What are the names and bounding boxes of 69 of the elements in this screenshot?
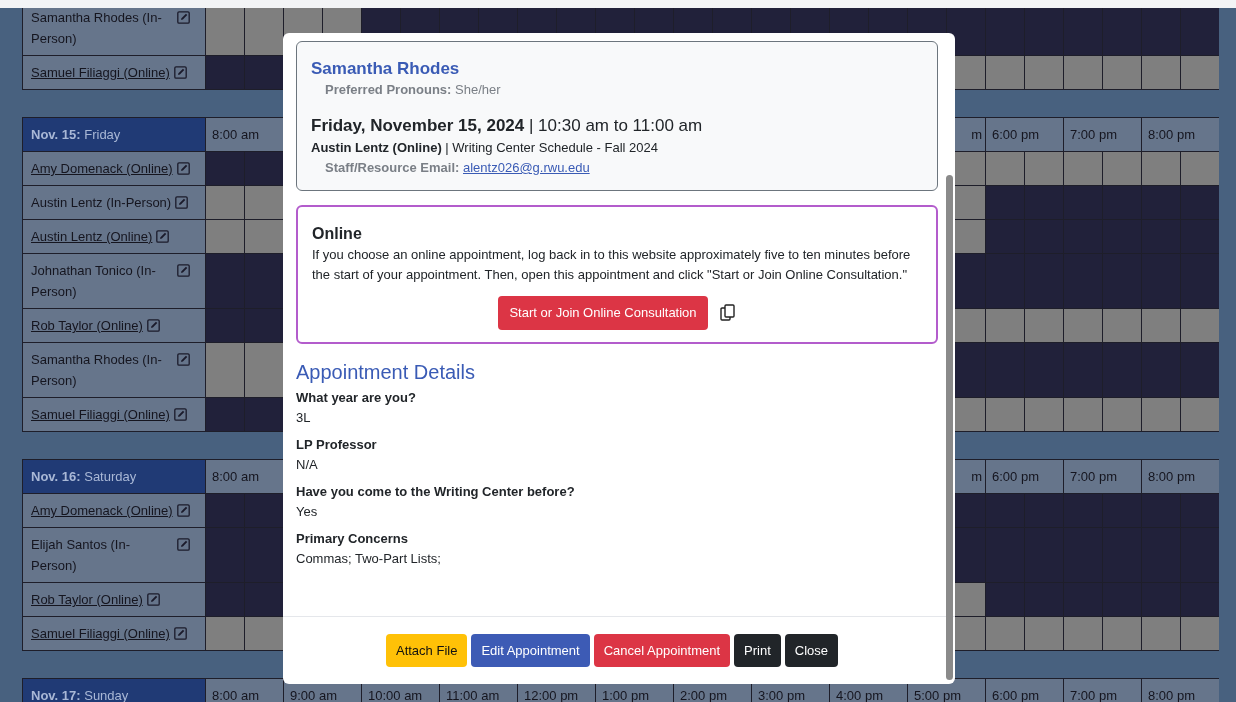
staff-link[interactable]: Austin Lentz (Online) [31, 226, 153, 247]
question-label: What year are you? [296, 388, 417, 407]
question-label: LP Professor [296, 435, 378, 454]
edit-icon[interactable] [176, 504, 190, 517]
hour-header: 7:00 pm [1064, 460, 1142, 494]
question-label: Primary Concerns [296, 529, 409, 548]
edit-icon[interactable] [175, 196, 189, 209]
hour-header: 8:00 am [206, 460, 284, 494]
dialog-button[interactable]: Edit Appointment [471, 633, 590, 668]
dialog-button[interactable]: Print [734, 633, 781, 668]
details-heading: Appointment Details [296, 359, 476, 385]
copy-icon[interactable] [719, 303, 736, 322]
email-link[interactable]: alentz026@g.rwu.edu [463, 160, 590, 175]
hour-header: 8:00 am [206, 679, 284, 702]
edit-icon[interactable] [156, 230, 170, 243]
open-slot[interactable] [245, 220, 284, 254]
staff-name: Samantha Rhodes (In-Person) [31, 9, 163, 48]
hour-header: 8:00 pm [1142, 460, 1219, 494]
staff-info: Austin Lentz (Online) | Writing Center Schedule - Fall 2024 [311, 139, 659, 157]
pronouns-text: Preferred Pronouns: She/her [324, 81, 502, 99]
answer-text: Commas; Two-Part Lists; [296, 549, 442, 568]
edit-icon[interactable] [173, 627, 187, 640]
dialog-button[interactable]: Attach File [385, 633, 468, 668]
staff-link[interactable]: Samuel Filiaggi (Online) [31, 62, 170, 83]
hour-header: 6:00 pm [986, 679, 1064, 702]
hour-header: 7:00 pm [1064, 679, 1142, 702]
staff-link[interactable]: Rob Taylor (Online) [31, 589, 143, 610]
hour-header: 8:00 pm [1142, 679, 1219, 702]
edit-icon[interactable] [146, 319, 160, 332]
appointment-time: Friday, November 15, 2024 | 10:30 am to 11:00 am [311, 115, 704, 137]
staff-link[interactable]: Amy Domenack (Online) [31, 500, 173, 521]
online-instructions: If you choose an online appointment, log back in to this website approximately five to ten minutes before the start of your appointment. Then, open this appointment and click "Start or Join Online Consultation." [312, 246, 912, 284]
hour-header: 6:00 pm [986, 460, 1064, 494]
open-slot[interactable] [245, 617, 284, 651]
staff-name: Johnathan Tonico (In-Person) [31, 262, 157, 301]
hour-header: 6:00 pm [986, 118, 1064, 152]
edit-icon[interactable] [177, 353, 190, 366]
dialog-button[interactable]: Cancel Appointment [593, 633, 731, 668]
hour-header: 7:00 pm [1064, 118, 1142, 152]
answer-text: Yes [296, 502, 319, 521]
staff-name: Austin Lentz (In-Person) [31, 194, 172, 212]
edit-icon[interactable] [176, 162, 190, 175]
edit-icon[interactable] [177, 264, 190, 277]
edit-icon[interactable] [177, 11, 190, 24]
answer-text: 3L [296, 408, 312, 427]
question-label: Have you come to the Writing Center before? [296, 482, 576, 501]
staff-link[interactable]: Samuel Filiaggi (Online) [31, 623, 170, 644]
start-consultation-button[interactable]: Start or Join Online Consultation [498, 296, 708, 330]
date-header: Nov. 15: Friday [23, 118, 206, 152]
staff-name: Elijah Santos (In-Person) [31, 536, 131, 575]
edit-icon[interactable] [173, 66, 187, 79]
staff-link[interactable]: Samuel Filiaggi (Online) [31, 404, 170, 425]
edit-icon[interactable] [173, 408, 187, 421]
dialog-button[interactable]: Close [784, 633, 839, 668]
staff-link[interactable]: Rob Taylor (Online) [31, 315, 143, 336]
edit-icon[interactable] [177, 538, 190, 551]
hour-header: 8:00 pm [1142, 118, 1219, 152]
answer-text: N/A [296, 455, 319, 474]
staff-name: Samantha Rhodes (In-Person) [31, 351, 163, 390]
staff-link[interactable]: Amy Domenack (Online) [31, 158, 173, 179]
hour-header: 8:00 am [206, 118, 284, 152]
edit-icon[interactable] [146, 593, 160, 606]
date-header: Nov. 16: Saturday [23, 460, 206, 494]
open-slot[interactable] [245, 186, 284, 220]
online-title: Online [312, 224, 363, 244]
scrollbar[interactable] [946, 175, 953, 680]
student-name: Samantha Rhodes [311, 58, 461, 80]
date-header: Nov. 17: Sunday [23, 679, 206, 702]
email-line: Staff/Resource Email: alentz026@g.rwu.edu [324, 159, 591, 177]
